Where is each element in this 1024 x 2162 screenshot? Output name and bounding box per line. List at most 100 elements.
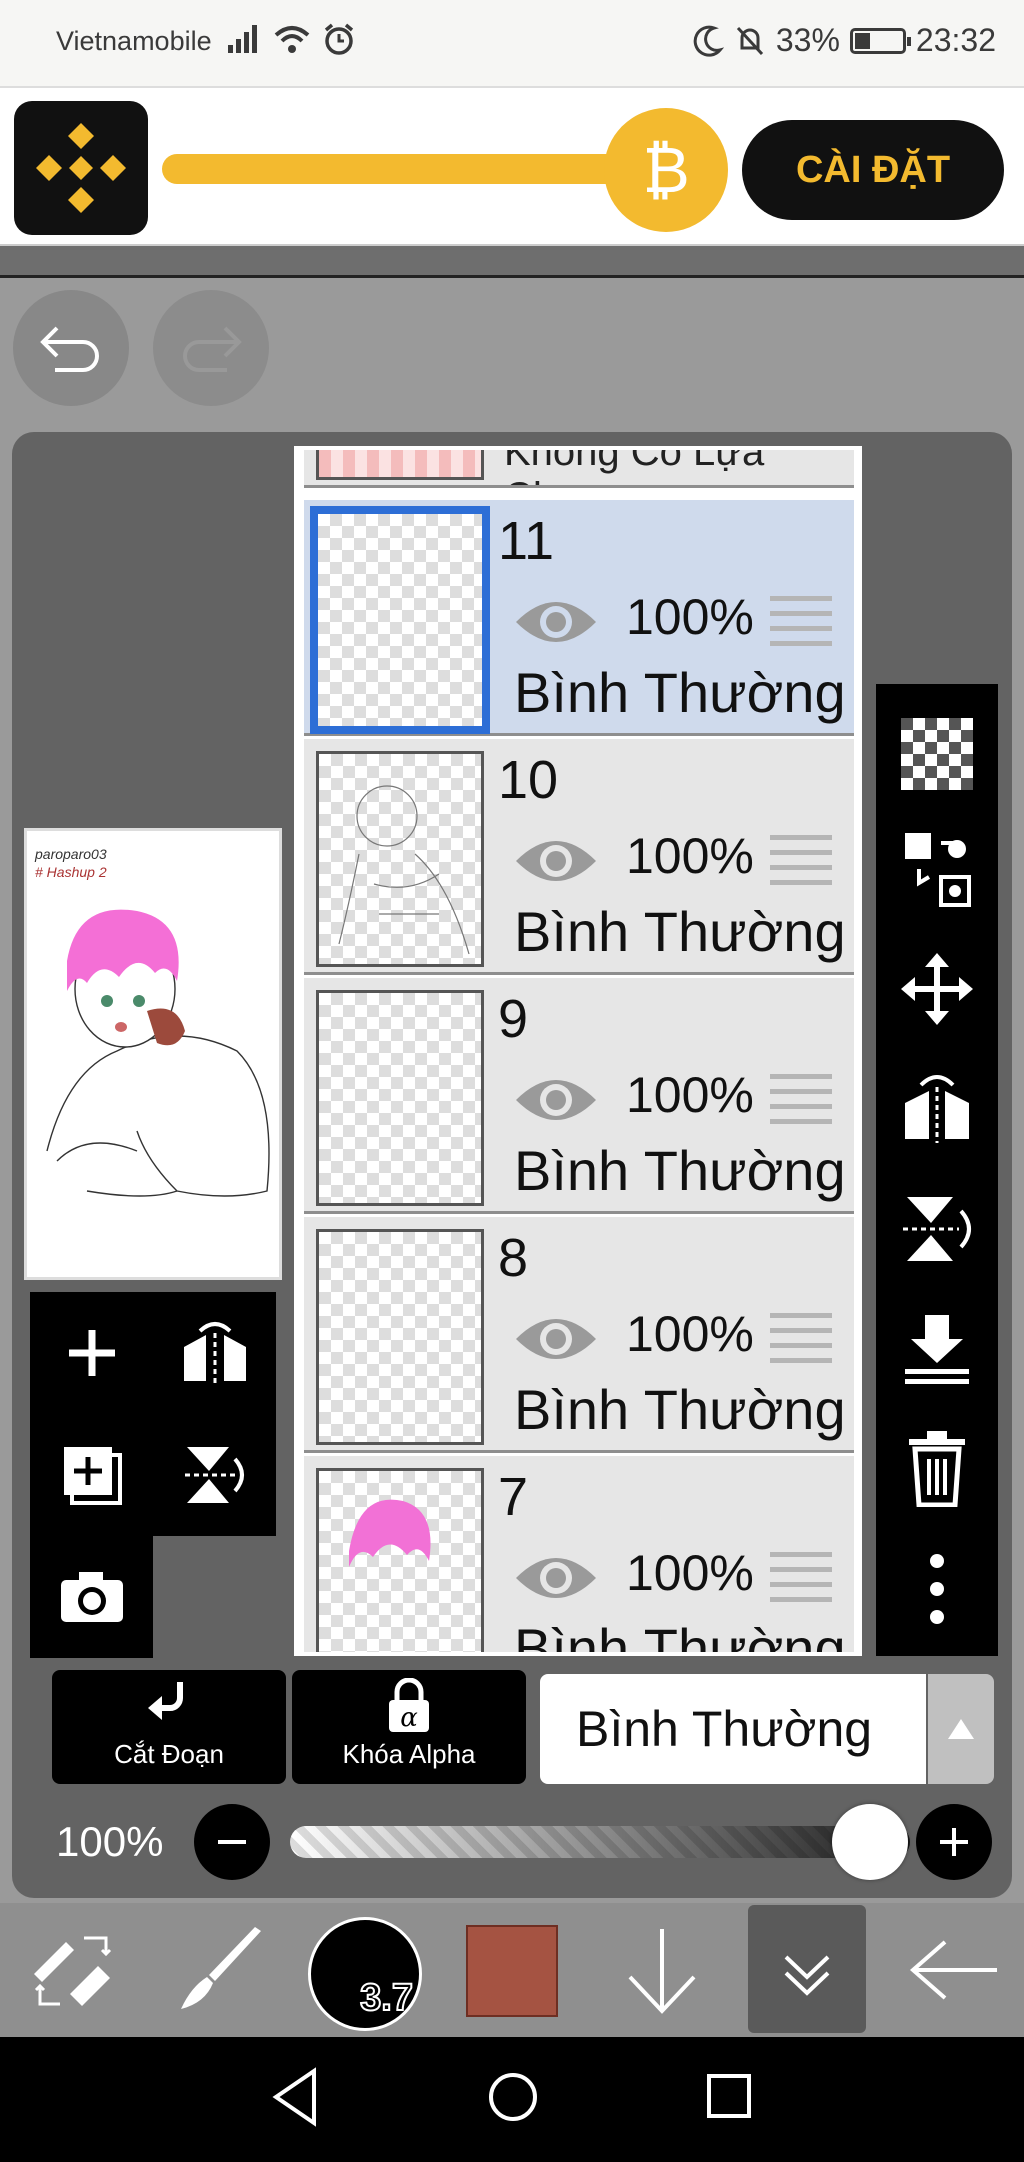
brush-icon [181,1927,261,2009]
canvas-preview: paroparo03 # Hashup 2 [24,828,282,1280]
opacity-slider-handle[interactable] [832,1804,908,1880]
carrier-name: Vietnamobile [56,26,212,56]
eye-icon[interactable] [512,1070,600,1130]
layer-thumbnail [316,751,484,967]
triangle-up-icon [948,1719,974,1739]
add-copy-layer-icon [63,1447,122,1505]
mute-bell-icon [736,26,763,55]
copy-layer-button[interactable] [876,819,998,919]
clipping-label: Cắt Đoạn [114,1739,224,1769]
opacity-increase-button[interactable] [916,1804,992,1880]
nav-back-icon[interactable] [270,2065,320,2129]
flip-layer-horizontal-button[interactable] [153,1292,276,1414]
flip-horizontal-button[interactable] [876,1059,998,1159]
opacity-slider-track[interactable] [290,1826,910,1858]
arrow-down-icon [628,1929,696,2014]
brush-size-value: 3.7 [359,1976,414,2020]
drag-handle-icon[interactable] [770,835,832,895]
layer-actions [30,1292,276,1658]
alpha-lock-button[interactable]: α Khóa Alpha [292,1670,526,1784]
tool-switch-button[interactable] [22,1903,122,2037]
layer-row[interactable]: 9 100% Bình Thường [304,978,854,1214]
ad-banner[interactable]: ₿ CÀI ĐẶT [0,86,1024,246]
flip-vertical-button[interactable] [876,1179,998,1279]
redo-icon [183,326,242,372]
layer-row[interactable]: 10 100% Bình Thường [304,739,854,975]
more-options-button[interactable] [876,1539,998,1639]
signal-icon [228,25,257,53]
back-button[interactable] [900,1903,1010,2037]
install-button[interactable]: CÀI ĐẶT [742,120,1004,220]
layer-thumbnail [316,450,484,480]
redo-button[interactable] [153,290,269,406]
lock-alpha-icon: α [389,1678,429,1733]
move-button[interactable] [876,939,998,1039]
color-swatch[interactable] [466,1925,558,2017]
layer-row[interactable]: 11 100% Bình Thường [304,500,854,736]
alarm-icon [324,23,354,55]
flip-layer-h-icon [183,1322,246,1383]
double-chevron-down-icon [784,1955,830,1996]
minus-icon [218,1840,246,1844]
merge-down-button[interactable] [876,1299,998,1399]
drag-handle-icon[interactable] [770,1313,832,1373]
undo-button[interactable] [13,290,129,406]
eye-icon[interactable] [512,831,600,891]
layer-tools-toolbar [876,684,998,1656]
eye-icon[interactable] [512,592,600,652]
flip-horizontal-icon [905,1075,969,1143]
layer-blend-mode: Bình Thường [514,661,846,724]
more-icon [930,1554,944,1624]
flip-layer-vertical-button[interactable] [153,1414,276,1536]
battery-icon [849,27,911,54]
clip-arrow-icon [148,1682,183,1720]
nav-recents-icon[interactable] [704,2065,754,2129]
layer-thumbnail [316,1229,484,1445]
add-layer-button[interactable] [30,1292,153,1414]
eye-icon[interactable] [512,1548,600,1608]
moon-icon [693,25,724,57]
layer-row[interactable]: 7 100% Bình Thường [304,1456,854,1656]
blend-mode-select[interactable]: Bình Thường [540,1674,926,1784]
layers-toggle-button[interactable] [748,1905,866,2033]
brush-button[interactable] [170,1903,270,2037]
merge-down-icon [905,1315,969,1384]
layer-opacity: 100% [626,1067,754,1123]
layer-blend-mode: Bình Thường [514,1617,846,1656]
ad-progress-track [162,154,642,184]
alpha-lock-label: Khóa Alpha [342,1739,476,1769]
layer-row[interactable]: 8 100% Bình Thường [304,1217,854,1453]
artwork-preview-image [46,909,270,1197]
layer-blend-mode: Bình Thường [514,1139,846,1202]
tool-switch-icon [34,1936,112,2006]
transparency-grid-icon [901,718,973,790]
drag-handle-icon[interactable] [770,1552,832,1612]
layer-number: 10 [498,750,559,810]
layer-opacity: 100% [626,1306,754,1362]
layer-blend-mode: Bình Thường [514,900,846,963]
layer-list[interactable]: Không Có Lựa Chọn 11 100% Bình Thường 10… [294,446,862,1656]
status-bar: Vietnamobile 33% 23:32 [0,0,1024,86]
camera-button[interactable] [30,1536,153,1658]
add-copy-layer-button[interactable] [30,1414,153,1536]
plus-icon [940,1828,968,1856]
blend-mode-dropdown-button[interactable] [928,1674,994,1784]
layer-number: 11 [498,511,555,571]
svg-text:α: α [400,1703,418,1733]
layer-row-selection[interactable]: Không Có Lựa Chọn [304,450,854,488]
delete-layer-button[interactable] [876,1419,998,1519]
layer-thumbnail [310,506,490,734]
drag-handle-icon[interactable] [770,1074,832,1134]
nav-home-icon[interactable] [486,2065,540,2129]
binance-logo [14,101,148,235]
down-arrow-button[interactable] [612,1903,712,2037]
clipping-button[interactable]: Cắt Đoạn [52,1670,286,1784]
opacity-decrease-button[interactable] [194,1804,270,1880]
brush-size-button[interactable]: 3.7 [308,1917,422,2031]
layer-number: 8 [498,1228,529,1288]
eye-icon[interactable] [512,1309,600,1369]
layer-opacity: 100% [626,589,754,645]
layer-blend-mode: Bình Thường [514,1378,846,1441]
drag-handle-icon[interactable] [770,596,832,656]
transparency-grid-button[interactable] [876,704,998,804]
